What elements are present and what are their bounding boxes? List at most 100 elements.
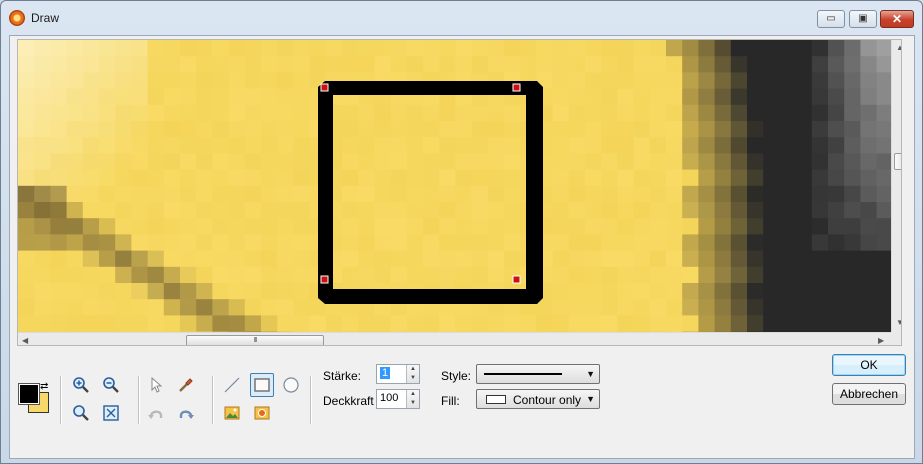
pixel-cell [520,56,537,73]
pixel-cell [682,56,699,73]
staerke-value[interactable]: 1 [380,367,391,379]
spin-up-icon[interactable]: ▲ [407,365,419,374]
pixel-cell [293,250,311,268]
pixel-cell [747,88,764,106]
staerke-spin-arrows[interactable]: ▲ ▼ [406,365,419,383]
pixel-cell [552,315,570,332]
pixel-cell [763,315,780,332]
pixel-cell [196,266,213,284]
zoom-icon[interactable] [69,401,93,425]
horizontal-scroll-thumb[interactable]: III [186,335,324,345]
insert-image-icon[interactable] [220,401,244,425]
selection-handle-br[interactable] [512,275,521,284]
swap-colors-icon[interactable]: ⇄ [40,382,48,392]
pixel-cell [698,299,716,316]
drawing-canvas[interactable] [18,40,891,332]
pixel-cell [439,153,456,171]
dropdown-arrow-icon[interactable]: ▼ [586,369,595,379]
pixel-cell [617,121,635,138]
pixel-cell [666,202,683,219]
pixel-cell [860,72,878,90]
pixel-cell [795,137,813,154]
pixel-cell [82,266,100,284]
pixel-cell [633,283,651,300]
pixel-cell [585,72,602,90]
color-picker-icon[interactable] [174,373,198,397]
close-button[interactable]: ✕ [880,10,914,28]
undo-icon[interactable] [144,401,168,425]
pixel-cell [601,88,618,106]
horizontal-scrollbar[interactable]: ◀ III ▶ [18,332,891,345]
pixel-cell [714,202,732,219]
cancel-button[interactable]: Abbrechen [832,383,906,405]
pixel-cell [50,315,68,332]
deckkraft-value[interactable]: 100 [380,392,398,404]
style-dropdown[interactable]: ▼ [476,364,600,384]
scroll-right-arrow-icon[interactable]: ▶ [878,337,884,345]
ok-button[interactable]: OK [832,354,906,376]
pixel-cell [212,218,230,235]
redo-icon[interactable] [174,401,198,425]
pixel-cell [698,315,716,332]
pixel-cell [244,104,262,122]
pixel-cell [730,202,748,219]
spin-down-icon[interactable]: ▼ [407,374,419,383]
pixel-cell [633,121,651,138]
scroll-left-arrow-icon[interactable]: ◀ [22,337,28,345]
staerke-spinner[interactable]: 1 ▲ ▼ [376,364,420,384]
pixel-cell [147,121,165,138]
pixel-cell [844,250,861,268]
pixel-cell [568,88,586,106]
pixel-cell [763,250,780,268]
pixel-cell [811,266,829,284]
pixel-cell [82,153,100,171]
pixel-cell [730,283,748,300]
title-bar[interactable]: Draw ▭ ▣ ✕ [1,1,922,35]
pixel-cell [196,88,213,106]
pixel-cell [180,56,197,73]
pixel-cell [244,218,262,235]
minimize-button[interactable]: ▭ [817,10,845,28]
pixel-cell [163,56,181,73]
pixel-cell [309,40,327,57]
pixel-cell [131,315,149,332]
pixel-cell [212,88,230,106]
deckkraft-spin-arrows[interactable]: ▲ ▼ [406,390,419,408]
scroll-up-arrow-icon[interactable]: ▲ [896,44,901,52]
dropdown-arrow-icon[interactable]: ▼ [586,394,595,404]
vertical-scrollbar[interactable]: ▲ ▼ [891,40,901,332]
pointer-icon[interactable] [144,373,168,397]
zoom-out-icon[interactable] [99,373,123,397]
pixel-cell [811,185,829,203]
pixel-cell [82,137,100,154]
pixel-cell [18,185,35,203]
spin-up-icon[interactable]: ▲ [407,390,419,399]
scroll-down-arrow-icon[interactable]: ▼ [896,319,901,327]
pixel-cell [212,40,230,57]
pixel-cell [585,169,602,187]
style-label: Style: [441,369,472,383]
zoom-in-icon[interactable] [69,373,93,397]
selection-handle-tr[interactable] [512,83,521,92]
pixel-cell [99,169,116,187]
pixel-cell [342,40,359,57]
pixel-cell [99,121,116,138]
pixel-cell [455,218,473,235]
fill-dropdown[interactable]: Contour only ▼ [476,389,600,409]
rectangle-tool-icon[interactable] [250,373,274,397]
fit-to-window-icon[interactable] [99,401,123,425]
pixel-cell [34,169,51,187]
foreground-color-swatch[interactable] [18,383,40,405]
pixel-cell [568,266,586,284]
pixel-cell [228,218,246,235]
line-tool-icon[interactable] [220,373,244,397]
ellipse-tool-icon[interactable] [279,373,303,397]
pixel-cell [666,266,683,284]
deckkraft-spinner[interactable]: 100 ▲ ▼ [376,389,420,409]
maximize-button[interactable]: ▣ [849,10,877,28]
insert-image-frame-icon[interactable] [250,401,274,425]
selection-handle-bl[interactable] [320,275,329,284]
spin-down-icon[interactable]: ▼ [407,399,419,408]
selection-handle-tl[interactable] [320,83,329,92]
vertical-scroll-thumb[interactable] [894,153,901,170]
